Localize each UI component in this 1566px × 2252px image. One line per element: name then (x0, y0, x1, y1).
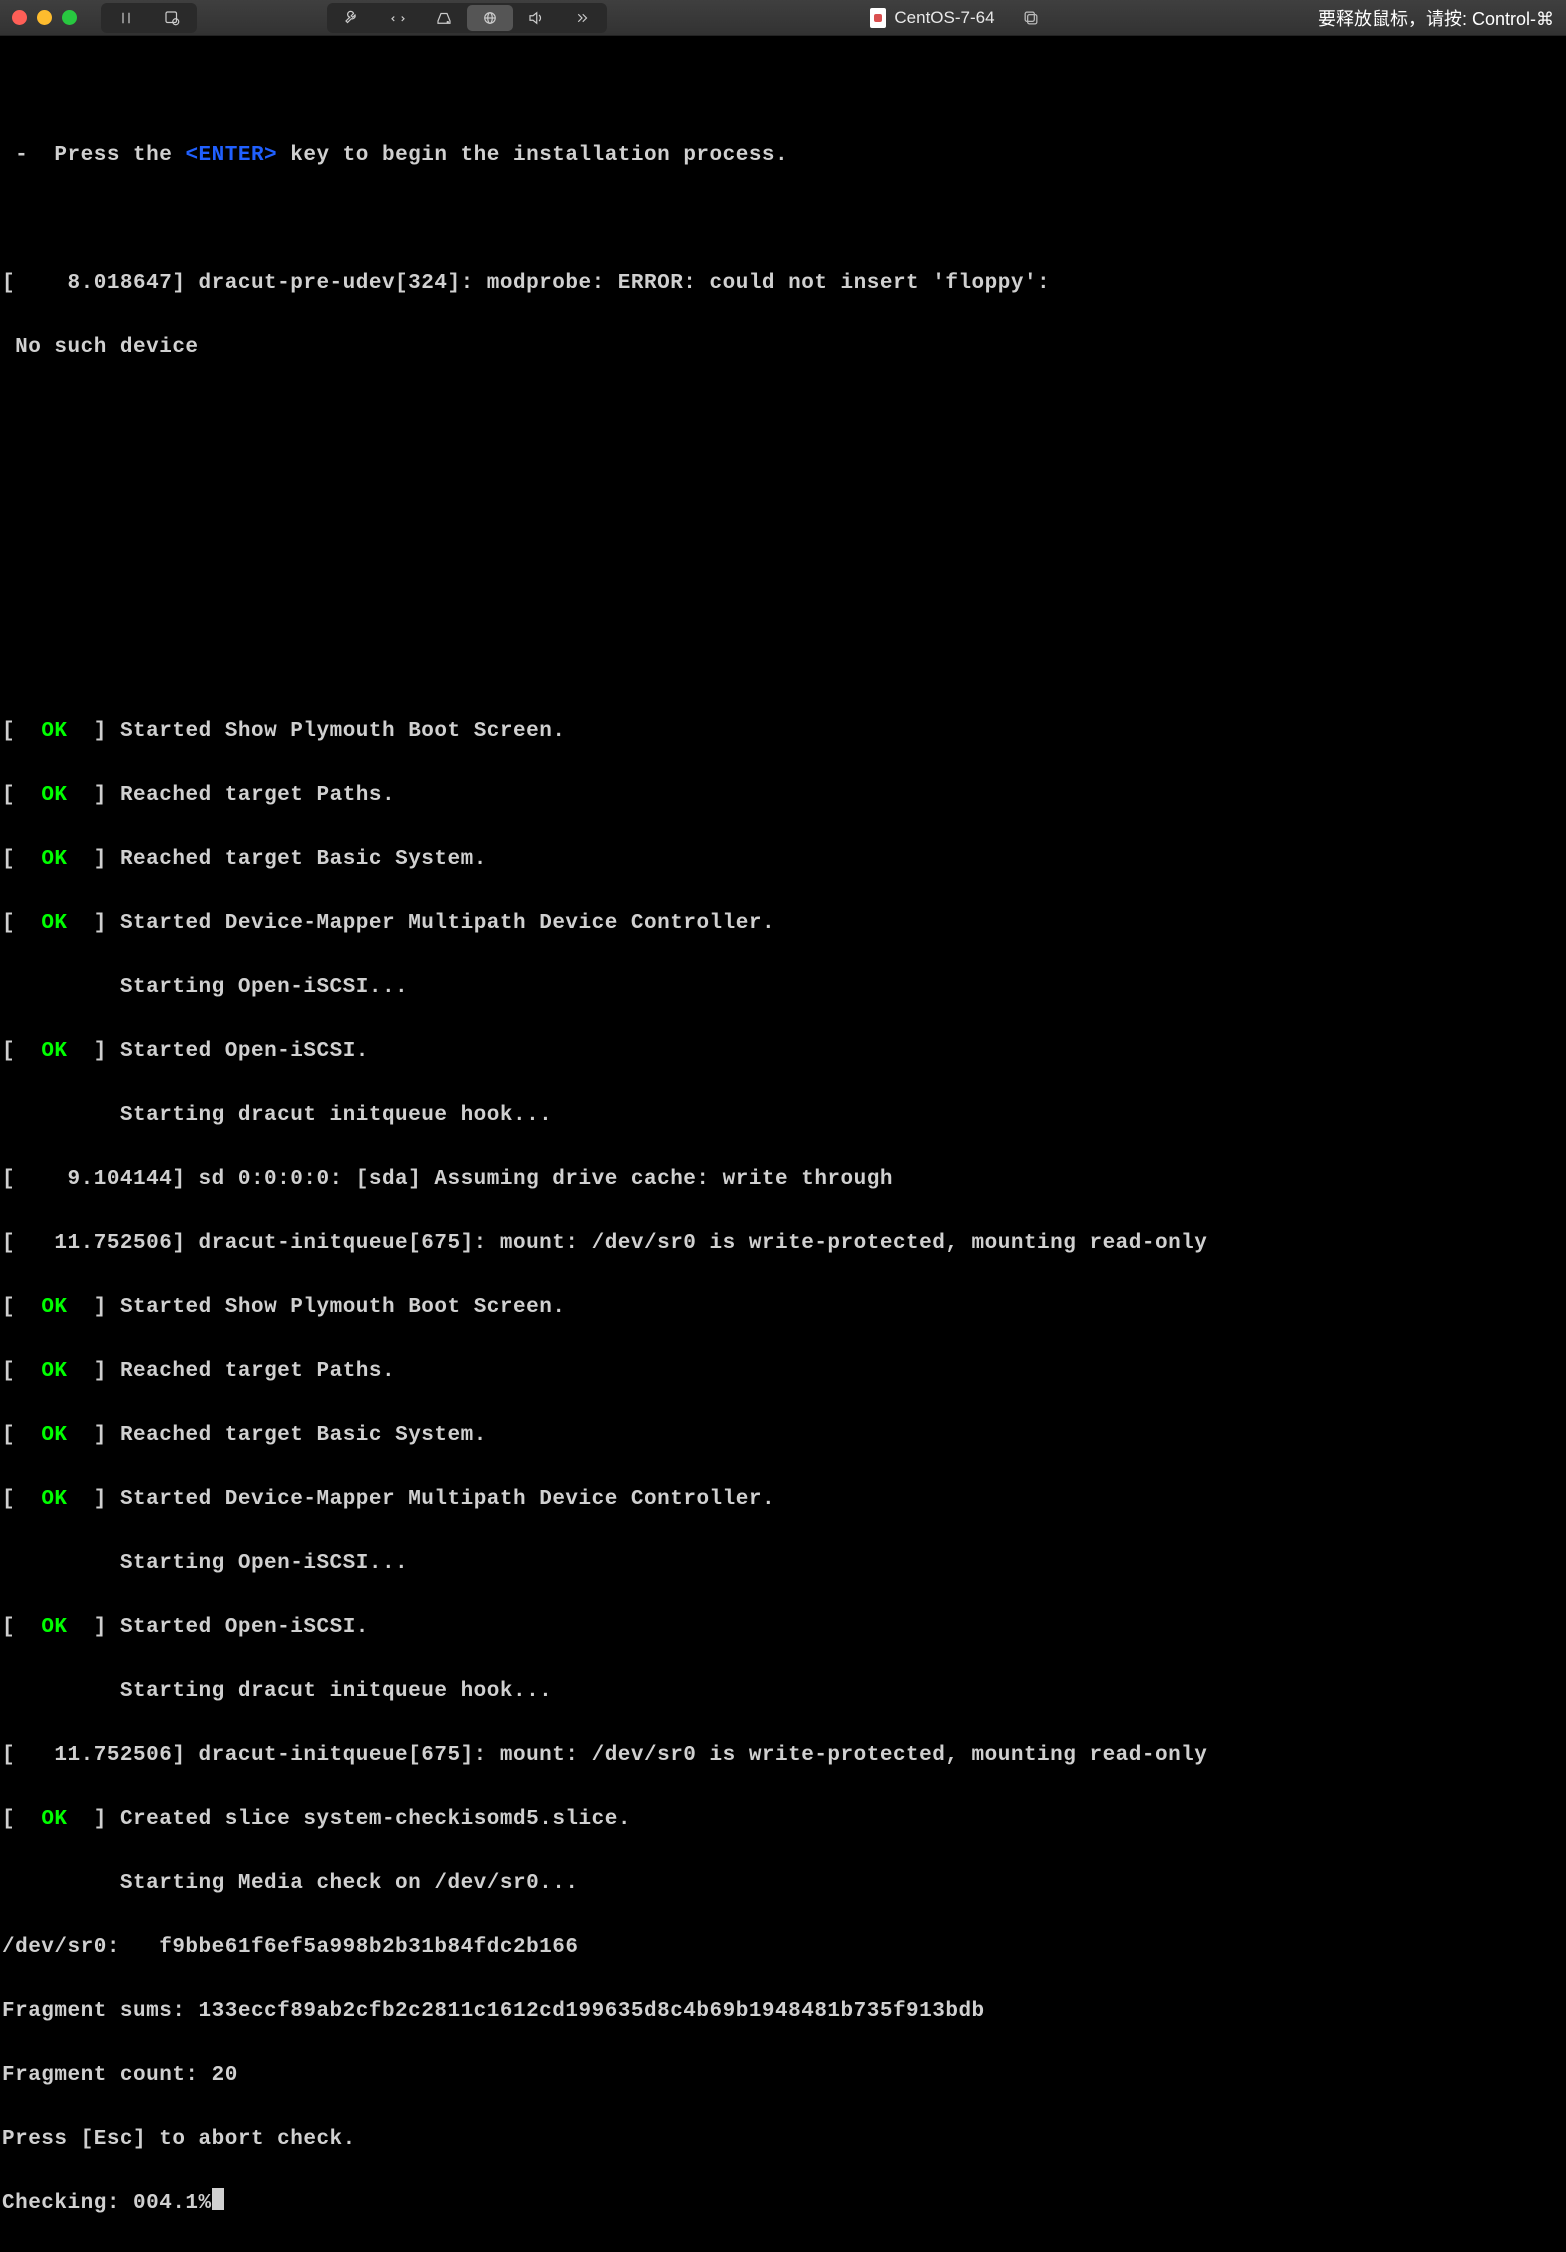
boot-log-line: Starting Open-iSCSI... (0, 972, 1566, 1004)
blank-gap (0, 620, 1566, 684)
settings-button[interactable] (329, 5, 375, 31)
boot-log-line: [ OK ] Started Show Plymouth Boot Screen… (0, 716, 1566, 748)
boot-log-line: [ OK ] Started Show Plymouth Boot Screen… (0, 1292, 1566, 1324)
sound-button[interactable] (513, 5, 559, 31)
resize-button[interactable] (375, 5, 421, 31)
boot-log-line: [ OK ] Created slice system-checkisomd5.… (0, 1804, 1566, 1836)
vm-devices-group (327, 3, 607, 33)
boot-log-line: [ OK ] Started Open-iSCSI. (0, 1036, 1566, 1068)
pause-icon (117, 9, 135, 27)
md5-abort-hint: Press [Esc] to abort check. (0, 2124, 1566, 2156)
snapshot-icon (163, 9, 181, 27)
disk-icon (435, 9, 453, 27)
boot-log-line: [ OK ] Reached target Basic System. (0, 1420, 1566, 1452)
vm-control-group (101, 3, 197, 33)
copy-button[interactable] (1019, 6, 1043, 30)
pause-button[interactable] (103, 5, 149, 31)
boot-log-line: Starting dracut initqueue hook... (0, 1100, 1566, 1132)
boot-log-line: [ 11.752506] dracut-initqueue[675]: moun… (0, 1228, 1566, 1260)
ok-status: OK (41, 912, 67, 935)
vm-console[interactable]: - Press the <ENTER> key to begin the ins… (0, 36, 1566, 2252)
boot-log-line: [ 11.752506] dracut-initqueue[675]: moun… (0, 1740, 1566, 1772)
boot-log-line: [ OK ] Reached target Paths. (0, 1356, 1566, 1388)
mouse-release-hint: 要释放鼠标，请按: Control-⌘ (1318, 5, 1554, 31)
close-window-button[interactable] (12, 10, 27, 25)
boot-log-line: [ OK ] Started Device-Mapper Multipath D… (0, 1484, 1566, 1516)
boot-log-line: [ 9.104144] sd 0:0:0:0: [sda] Assuming d… (0, 1164, 1566, 1196)
md5-sums-line: Fragment sums: 133eccf89ab2cfb2c2811c161… (0, 1996, 1566, 2028)
network-icon (481, 9, 499, 27)
ok-status: OK (41, 1296, 67, 1319)
window-titlebar: CentOS-7-64 要释放鼠标，请按: Control-⌘ (0, 0, 1566, 36)
boot-log-line: [ OK ] Started Open-iSCSI. (0, 1612, 1566, 1644)
ok-status: OK (41, 1360, 67, 1383)
boot-prompt: - Press the <ENTER> key to begin the ins… (0, 140, 1566, 172)
window-title: CentOS-7-64 (607, 6, 1306, 30)
ok-status: OK (41, 720, 67, 743)
resize-icon (389, 9, 407, 27)
disk-button[interactable] (421, 5, 467, 31)
chevron-double-right-icon (573, 9, 591, 27)
md5-count-line: Fragment count: 20 (0, 2060, 1566, 2092)
boot-log-line: Starting Open-iSCSI... (0, 1548, 1566, 1580)
minimize-window-button[interactable] (37, 10, 52, 25)
md5-progress-line: Checking: 004.1% (0, 2188, 1566, 2220)
boot-log-line: Starting Media check on /dev/sr0... (0, 1868, 1566, 1900)
terminal-cursor (212, 2188, 224, 2210)
ok-status: OK (41, 1040, 67, 1063)
blank-gap (0, 396, 1566, 588)
snapshot-button[interactable] (149, 5, 195, 31)
kernel-error-line: [ 8.018647] dracut-pre-udev[324]: modpro… (0, 268, 1566, 300)
md5-device-line: /dev/sr0: f9bbe61f6ef5a998b2b31b84fdc2b1… (0, 1932, 1566, 1964)
boot-log-line: Starting dracut initqueue hook... (0, 1676, 1566, 1708)
boot-log-line: [ OK ] Reached target Paths. (0, 780, 1566, 812)
kernel-error-line-2: No such device (0, 332, 1566, 364)
traffic-lights (12, 10, 77, 25)
copy-icon (1021, 8, 1041, 28)
wrench-icon (343, 9, 361, 27)
boot-log-line: [ OK ] Started Device-Mapper Multipath D… (0, 908, 1566, 940)
ok-status: OK (41, 1616, 67, 1639)
ok-status: OK (41, 784, 67, 807)
fullscreen-window-button[interactable] (62, 10, 77, 25)
vm-name-label: CentOS-7-64 (894, 8, 994, 28)
ok-status: OK (41, 1424, 67, 1447)
ok-status: OK (41, 848, 67, 871)
sound-icon (527, 9, 545, 27)
ok-status: OK (41, 1488, 67, 1511)
network-button[interactable] (467, 5, 513, 31)
boot-log-line: [ OK ] Reached target Basic System. (0, 844, 1566, 876)
vm-document-icon (870, 8, 886, 28)
more-button[interactable] (559, 5, 605, 31)
enter-key-label: <ENTER> (185, 144, 277, 167)
ok-status: OK (41, 1808, 67, 1831)
